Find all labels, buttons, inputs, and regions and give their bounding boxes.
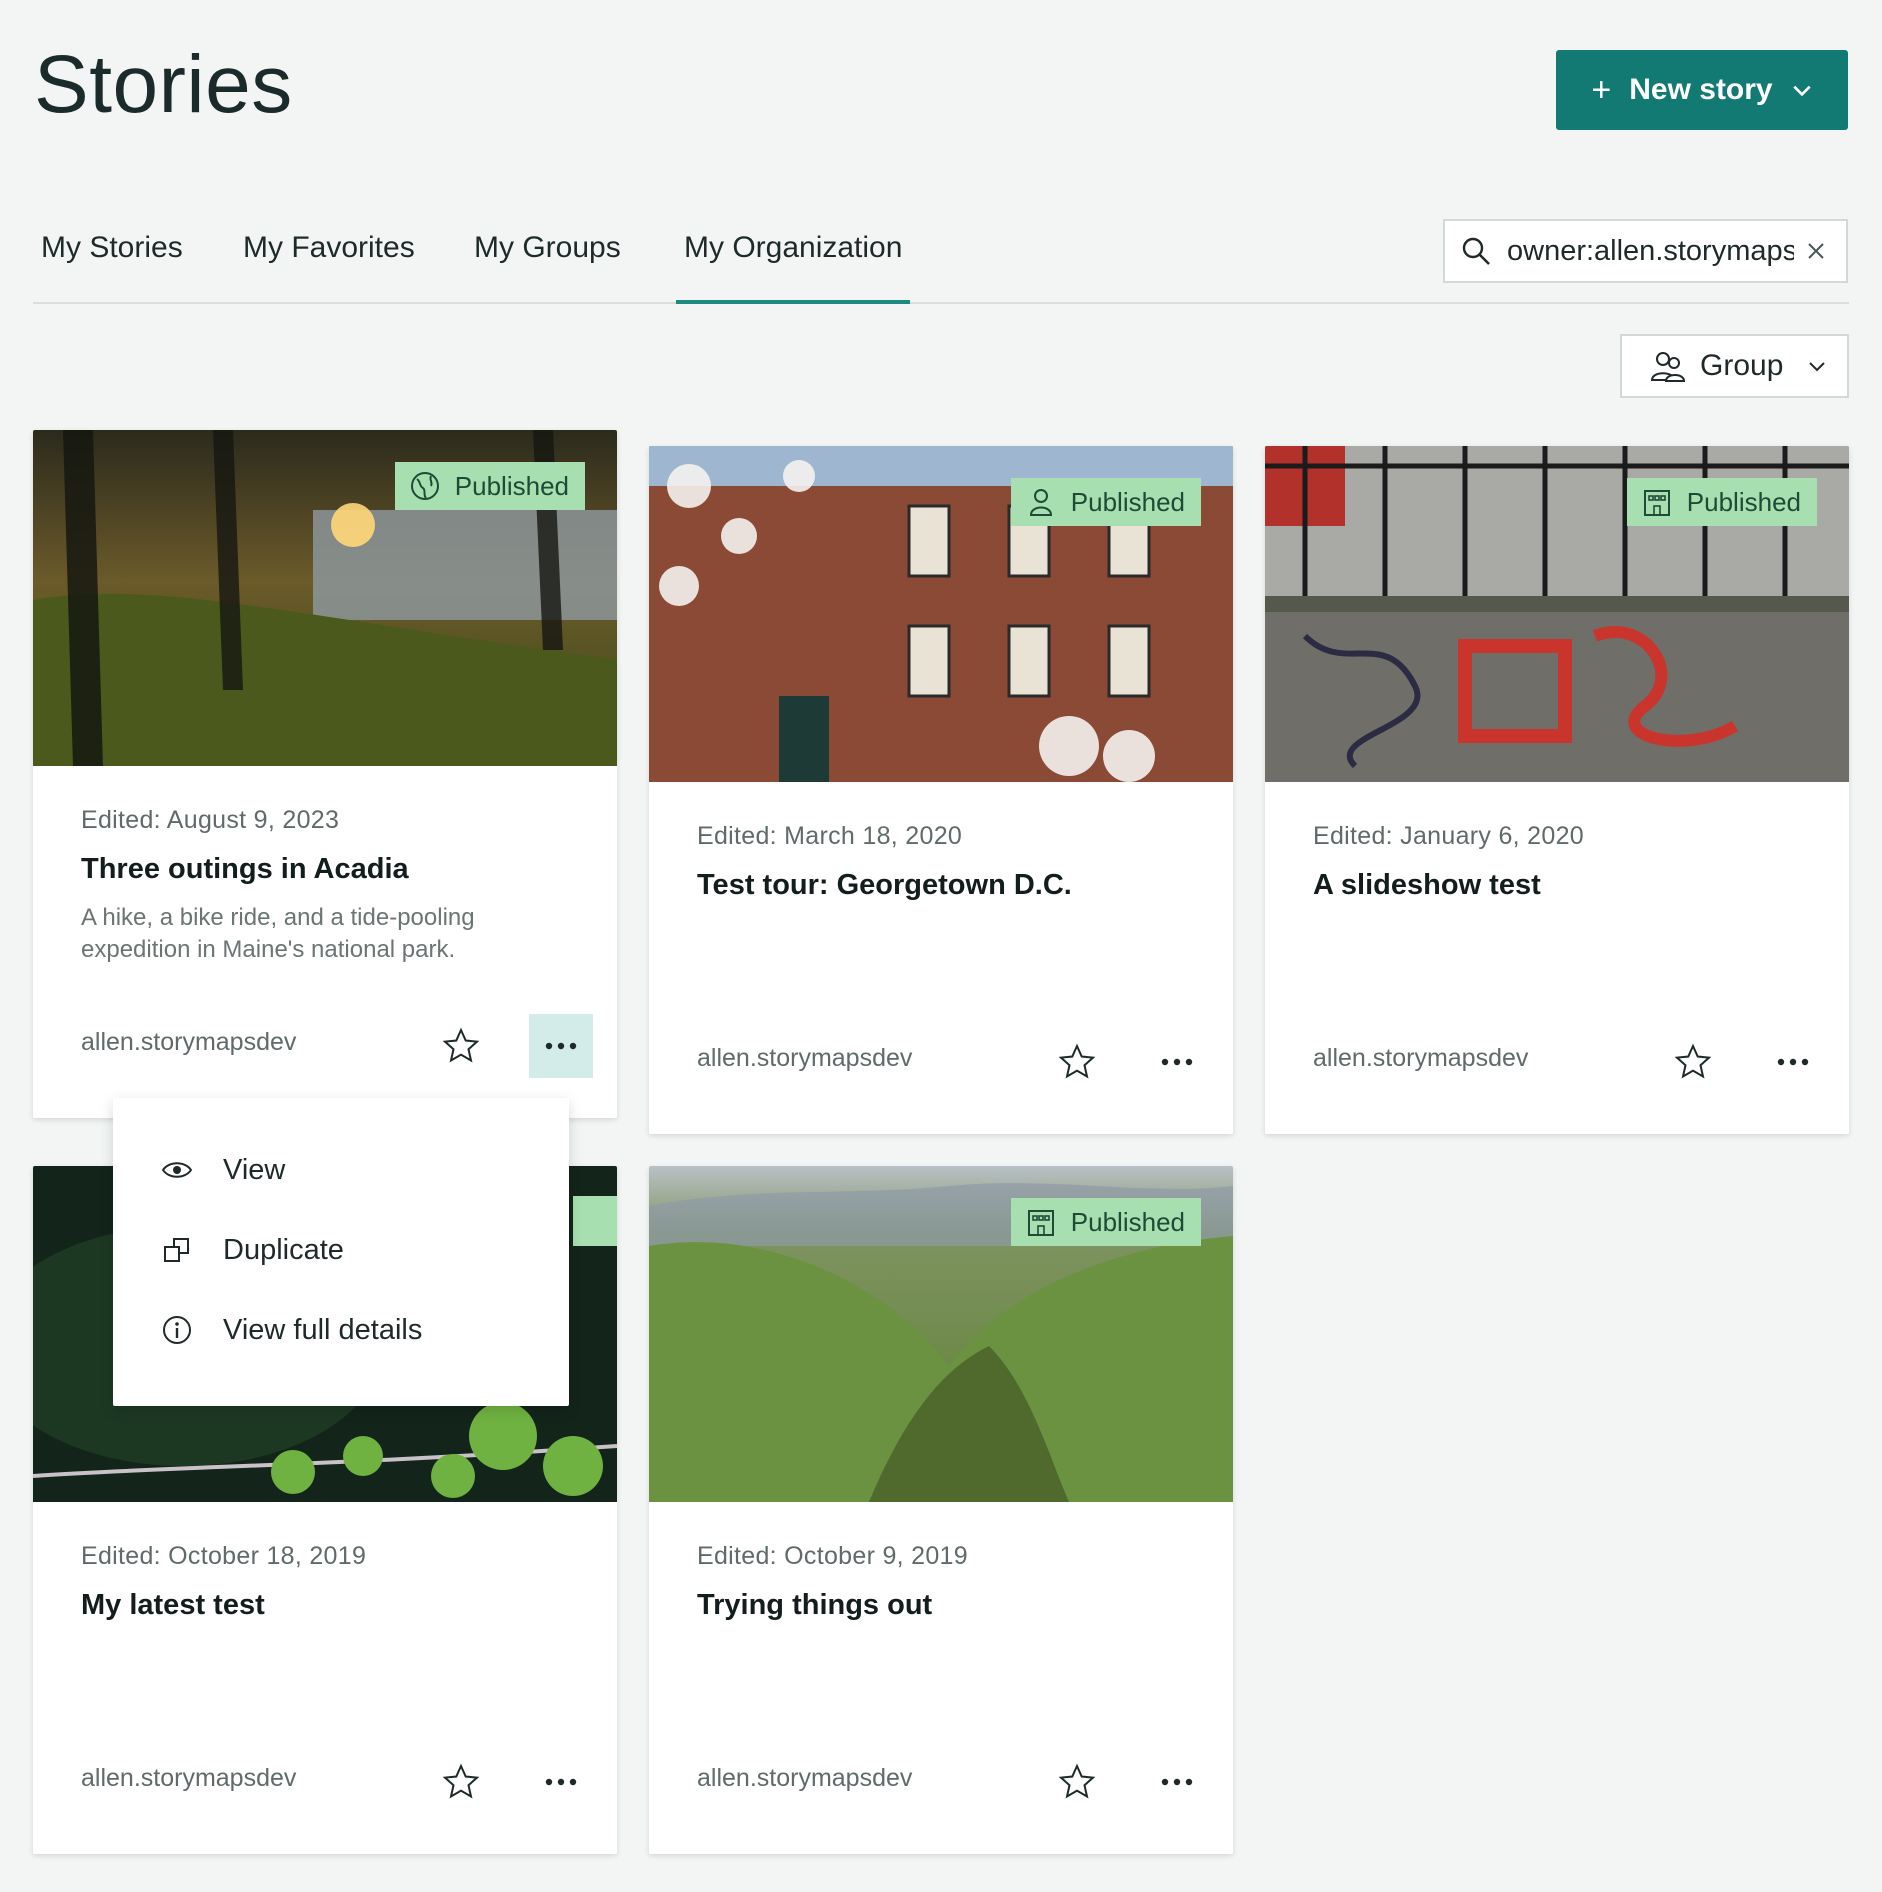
group-filter-dropdown[interactable]: Group — [1620, 334, 1849, 398]
menu-item-label: View full details — [223, 1313, 423, 1346]
story-card[interactable]: Published Edited: January 6, 2020 A slid… — [1265, 446, 1849, 1134]
story-title[interactable]: Trying things out — [697, 1589, 1193, 1622]
ellipsis-icon — [545, 1042, 577, 1050]
chevron-down-icon — [1792, 85, 1811, 97]
ellipsis-icon — [1161, 1778, 1193, 1786]
users-icon — [1650, 352, 1686, 382]
status-label: Published — [454, 470, 569, 501]
tab-my-favorites[interactable]: My Favorites — [235, 220, 423, 300]
more-options-button[interactable] — [1145, 1750, 1209, 1814]
story-card[interactable]: Published Edited: March 18, 2020 Test to… — [649, 446, 1233, 1134]
clear-search-icon[interactable] — [1804, 239, 1828, 263]
menu-item-label: Duplicate — [223, 1233, 344, 1266]
menu-item-view-full-details[interactable]: View full details — [113, 1290, 569, 1370]
favorite-star-icon[interactable] — [441, 1762, 481, 1802]
more-options-button[interactable] — [529, 1750, 593, 1814]
new-story-button[interactable]: + New story — [1556, 50, 1848, 130]
search-box — [1443, 219, 1848, 283]
edited-date: Edited: October 9, 2019 — [697, 1542, 968, 1570]
status-badge: Published — [1010, 1198, 1201, 1246]
story-title[interactable]: Three outings in Acadia — [81, 853, 577, 886]
favorite-star-icon[interactable] — [1673, 1042, 1713, 1082]
more-options-button[interactable] — [529, 1014, 593, 1078]
ellipsis-icon — [1777, 1058, 1809, 1066]
more-options-button[interactable] — [1145, 1030, 1209, 1094]
info-icon — [163, 1316, 191, 1344]
tab-my-groups[interactable]: My Groups — [466, 220, 629, 300]
story-owner: allen.storymapsdev — [81, 1764, 297, 1792]
building-icon — [1643, 490, 1670, 516]
tab-my-organization[interactable]: My Organization — [676, 220, 911, 304]
duplicate-icon — [164, 1238, 189, 1262]
group-filter-label: Group — [1700, 349, 1784, 382]
story-title[interactable]: My latest test — [81, 1589, 577, 1622]
menu-item-view[interactable]: View — [113, 1130, 569, 1210]
edited-date: Edited: January 6, 2020 — [1313, 822, 1584, 850]
search-icon — [1462, 237, 1490, 265]
building-icon — [1027, 1210, 1054, 1236]
story-owner: allen.storymapsdev — [697, 1044, 913, 1072]
story-card[interactable]: Published Edited: October 9, 2019 Trying… — [649, 1166, 1233, 1854]
plus-icon: + — [1591, 70, 1612, 109]
eye-icon — [161, 1162, 193, 1178]
story-title[interactable]: A slideshow test — [1313, 869, 1809, 902]
status-label: Published — [1070, 1206, 1185, 1237]
story-description: A hike, a bike ride, and a tide-pooling … — [81, 904, 475, 963]
favorite-star-icon[interactable] — [441, 1026, 481, 1066]
status-label: Published — [1070, 486, 1185, 517]
person-icon — [1029, 489, 1052, 516]
story-card[interactable]: Published Edited: August 9, 2023 Three o… — [33, 430, 617, 1118]
favorite-star-icon[interactable] — [1057, 1042, 1097, 1082]
story-owner: allen.storymapsdev — [697, 1764, 913, 1792]
menu-item-duplicate[interactable]: Duplicate — [113, 1210, 569, 1290]
status-badge: Published — [1626, 478, 1817, 526]
edited-date: Edited: October 18, 2019 — [81, 1542, 367, 1570]
favorite-star-icon[interactable] — [1057, 1762, 1097, 1802]
chevron-down-icon — [1809, 362, 1826, 372]
ellipsis-icon — [1161, 1058, 1193, 1066]
story-owner: allen.storymapsdev — [1313, 1044, 1529, 1072]
edited-date: Edited: August 9, 2023 — [81, 806, 340, 834]
edited-date: Edited: March 18, 2020 — [697, 822, 963, 850]
more-options-button[interactable] — [1761, 1030, 1825, 1094]
story-title[interactable]: Test tour: Georgetown D.C. — [697, 869, 1193, 902]
status-label: Published — [1686, 486, 1801, 517]
search-input[interactable] — [1507, 234, 1794, 268]
new-story-label: New story — [1629, 73, 1773, 106]
story-context-menu: View Duplicate View full details — [113, 1098, 569, 1406]
status-badge: Published — [1010, 478, 1201, 526]
globe-icon — [410, 472, 439, 500]
story-owner: allen.storymapsdev — [81, 1028, 297, 1056]
status-badge: Published — [394, 462, 585, 510]
ellipsis-icon — [545, 1778, 577, 1786]
tab-my-stories[interactable]: My Stories — [33, 220, 191, 300]
menu-item-label: View — [223, 1153, 286, 1186]
page-title: Stories — [34, 39, 293, 130]
